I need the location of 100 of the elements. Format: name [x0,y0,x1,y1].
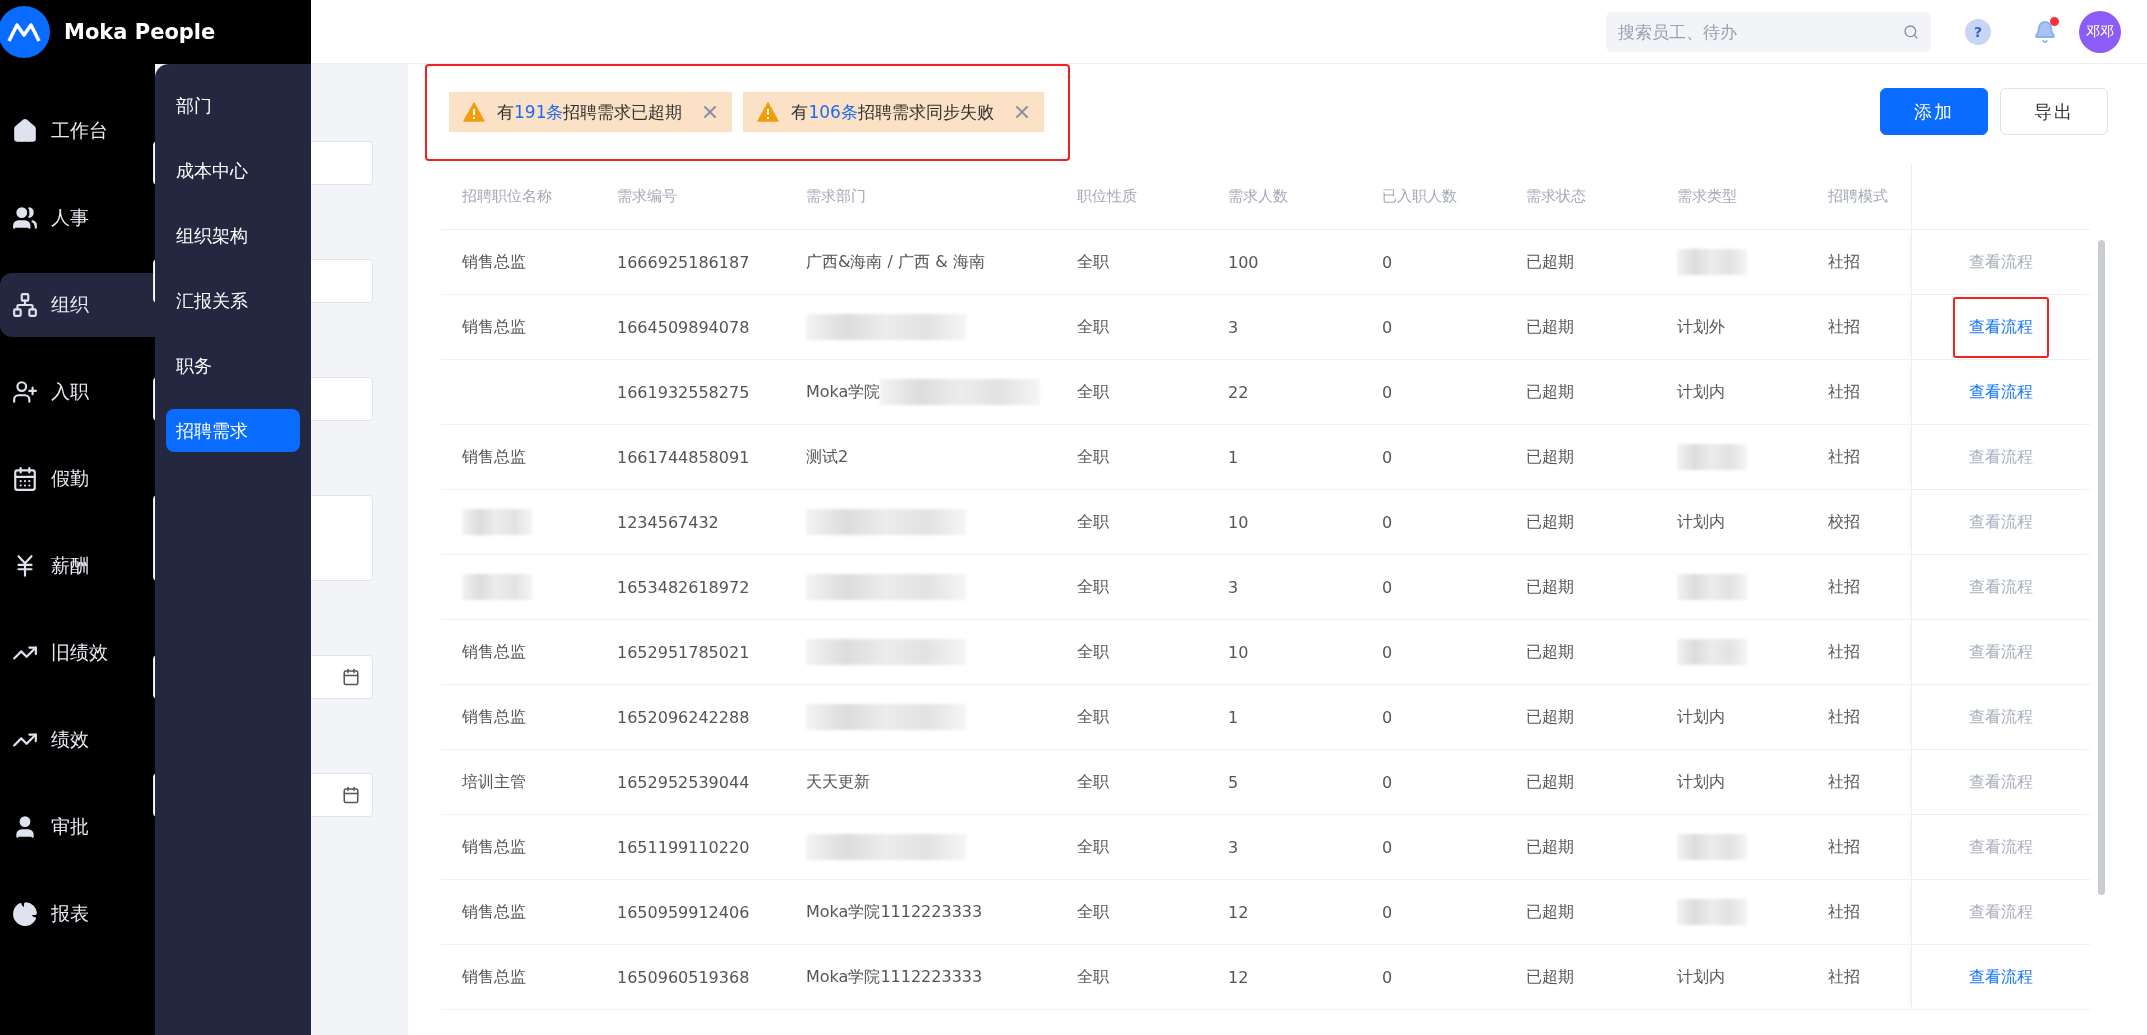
table-cell: 1666925186187 [617,252,750,272]
table-cell: 已超期 [1526,641,1574,663]
table-cell: 0 [1382,447,1393,467]
table-cell: Moka学院1112223333 [806,966,983,988]
submenu-item[interactable]: 组织架构 [166,214,300,257]
table-cell: 1652951785021 [617,642,750,662]
table-cell: 全职 [1077,901,1109,923]
help-icon[interactable]: ? [1965,18,1991,45]
search-field[interactable]: 搜索员工、待办 [1606,11,1931,52]
table-cell: 已超期 [1526,706,1574,728]
table-cell: 0 [1382,317,1393,337]
nav-icon [12,205,38,231]
table-cell: 销售总监 [462,836,526,858]
table-cell: 社招 [1828,641,1860,663]
table-cell: 已超期 [1526,251,1574,273]
submenu-item[interactable]: 招聘需求 [166,409,300,452]
table-cell: 已超期 [1526,446,1574,468]
nav-item[interactable]: 报表 [0,882,155,946]
alert-message: 有191条招聘需求已超期 [497,100,683,124]
column-header: 职位性质 [1077,187,1137,206]
user-avatar[interactable]: 邓邓 [2079,10,2121,53]
nav-item[interactable]: 假勤 [0,447,155,511]
table-cell: 0 [1382,967,1393,987]
table-cell: 1 [1228,707,1239,727]
nav-item[interactable]: 入职 [0,360,155,424]
submenu-item[interactable]: 成本中心 [166,149,300,192]
nav-item[interactable]: 工作台 [0,99,155,163]
column-header: 需求状态 [1526,187,1586,206]
nav-item[interactable]: 组织 [0,273,155,337]
nav-item[interactable]: 绩效 [0,708,155,772]
nav-icon [12,292,38,318]
logo-icon [0,6,50,58]
table-cell: 销售总监 [462,251,526,273]
table-cell: 社招 [1828,901,1860,923]
table-cell: 0 [1382,512,1393,532]
submenu-item[interactable]: 职务 [166,344,300,387]
table-cell: 计划内 [1677,706,1725,728]
scrollbar-thumb[interactable] [2098,240,2105,895]
table-cell: 全职 [1077,576,1109,598]
view-process-link[interactable]: 查看流程 [1953,361,2049,423]
table-cell: 全职 [1077,771,1109,793]
table-cell: 全职 [1077,511,1109,533]
table-cell: 计划内 [1677,511,1725,533]
column-header: 招聘模式 [1828,187,1888,206]
table-cell: 计划内 [1677,381,1725,403]
column-header: 需求编号 [617,187,677,206]
table-cell: 1664509894078 [617,317,750,337]
export-button[interactable]: 导出 [2000,88,2108,135]
table-cell: 已超期 [1526,316,1574,338]
table-cell: 社招 [1828,381,1860,403]
table-cell: 12 [1228,902,1249,922]
table-cell: 测试2 [806,446,849,468]
table-cell: 天天更新 [806,771,870,793]
nav-item[interactable]: 审批 [0,795,155,859]
table-cell: 已超期 [1526,836,1574,858]
nav-item[interactable]: 旧绩效 [0,621,155,685]
table-cell: 1661744858091 [617,447,750,467]
table-cell: 销售总监 [462,966,526,988]
nav-icon [12,118,38,144]
table-cell: 销售总监 [462,316,526,338]
view-process-link[interactable]: 查看流程 [1953,296,2049,358]
table-cell: 0 [1382,642,1393,662]
table-cell: 1652952539044 [617,772,750,792]
table-cell: 1653482618972 [617,577,750,597]
nav-item[interactable]: 薪酬 [0,534,155,598]
table-cell: 社招 [1828,836,1860,858]
table-cell: 12 [1228,967,1249,987]
table-cell: 1650959912406 [617,902,750,922]
table-cell: 社招 [1828,251,1860,273]
submenu-item[interactable]: 汇报关系 [166,279,300,322]
table-cell: 0 [1382,577,1393,597]
table-cell: 1651199110220 [617,837,750,857]
table-cell: 已超期 [1526,381,1574,403]
table-cell: 0 [1382,382,1393,402]
table-cell: 全职 [1077,966,1109,988]
warning-icon [757,102,780,122]
table-cell: 已超期 [1526,966,1574,988]
table-cell: 计划外 [1677,316,1725,338]
table-cell: 已超期 [1526,901,1574,923]
column-header: 需求类型 [1677,187,1737,206]
column-header: 已入职人数 [1382,187,1457,206]
table-cell: 计划内 [1677,771,1725,793]
nav-item[interactable]: 人事 [0,186,155,250]
column-header: 需求部门 [806,187,866,206]
table-cell: 0 [1382,772,1393,792]
table-cell: 全职 [1077,641,1109,663]
submenu-item[interactable]: 部门 [166,84,300,127]
add-button[interactable]: 添加 [1880,88,1988,135]
column-header: 需求人数 [1228,187,1288,206]
table-cell: 1 [1228,447,1239,467]
view-process-link[interactable]: 查看流程 [1953,946,2049,1008]
nav-icon [12,466,38,492]
table-cell: 全职 [1077,446,1109,468]
table-cell: 1652096242288 [617,707,750,727]
table-cell: 10 [1228,512,1249,532]
table-cell: 22 [1228,382,1249,402]
table-cell: 计划内 [1677,966,1725,988]
table-cell: 销售总监 [462,706,526,728]
table-cell: 0 [1382,837,1393,857]
alert-message: 有106条招聘需求同步失败 [791,100,994,124]
